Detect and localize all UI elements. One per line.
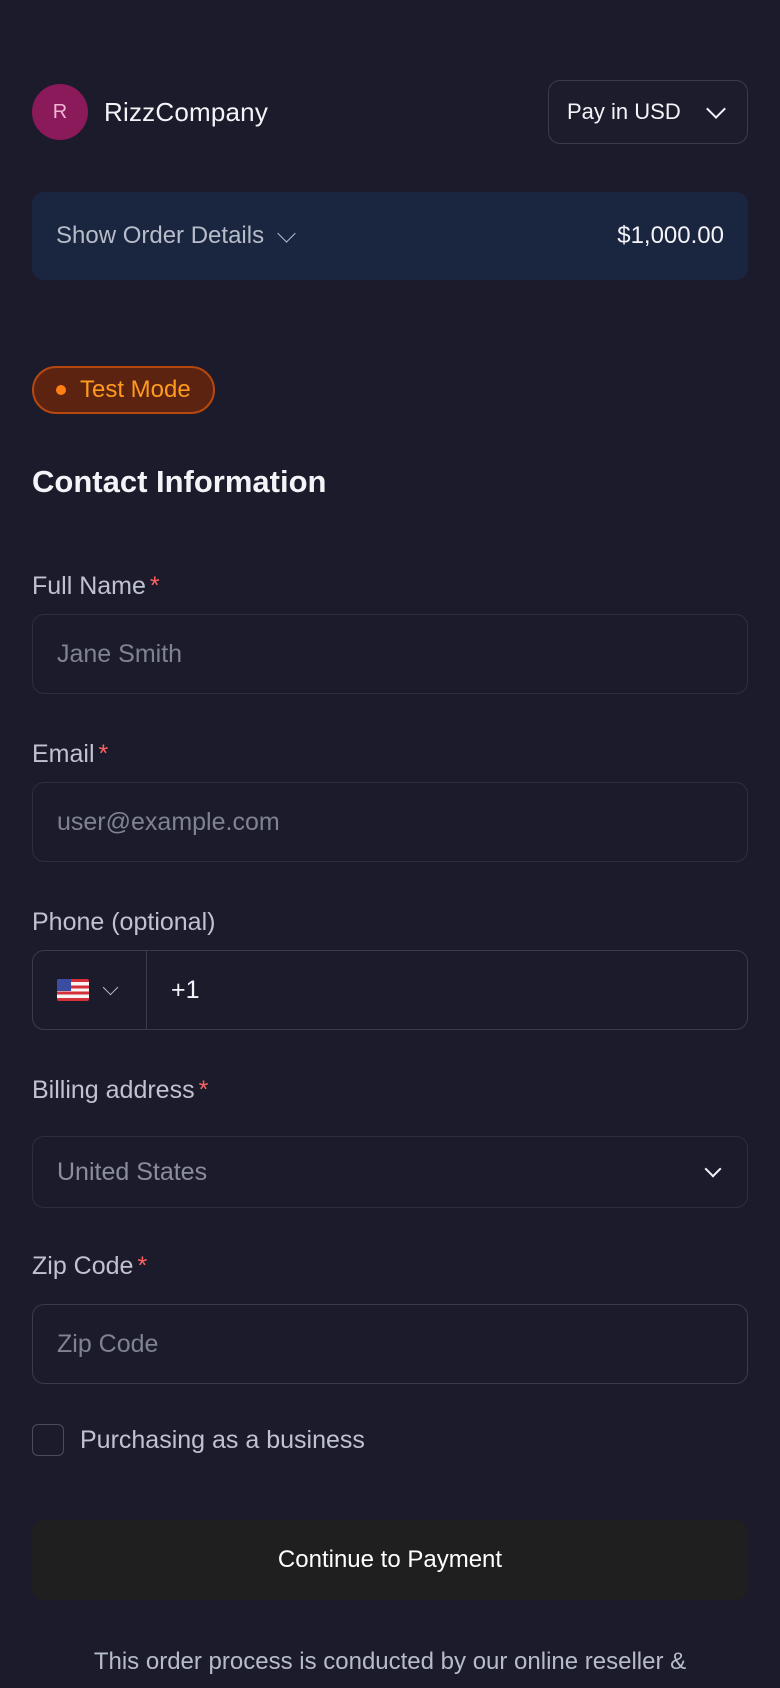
required-mark: * [198, 1076, 209, 1104]
phone-input[interactable]: +1 [147, 976, 747, 1005]
currency-select[interactable]: Pay in USD [548, 80, 748, 144]
email-label: Email * [32, 740, 108, 769]
phone-field: +1 [32, 950, 748, 1030]
email-input[interactable] [57, 807, 723, 837]
footer-note: This order process is conducted by our o… [93, 1648, 687, 1675]
chevron-down-icon [102, 979, 119, 995]
billing-country-select[interactable]: United States [32, 1136, 748, 1208]
test-mode-label: Test Mode [80, 376, 191, 403]
business-checkbox-label: Purchasing as a business [80, 1425, 365, 1454]
chevron-down-icon [277, 223, 296, 243]
chevron-down-icon [704, 1160, 722, 1178]
zip-code-field[interactable] [32, 1304, 748, 1384]
required-mark: * [137, 1252, 148, 1280]
checkout-page: R RizzCompany Pay in USD Show Order Deta… [0, 0, 780, 1688]
order-total: $1,000.00 [617, 222, 724, 249]
country-code-select[interactable] [33, 951, 147, 1029]
phone-label: Phone (optional) [32, 908, 216, 936]
status-dot-icon [56, 385, 66, 395]
avatar: R [32, 84, 88, 140]
brand-name: RizzCompany [104, 96, 269, 127]
full-name-field[interactable] [32, 614, 748, 694]
full-name-label-text: Full Name [32, 572, 146, 600]
required-mark: * [98, 740, 109, 768]
required-mark: * [149, 572, 160, 600]
order-toggle-label: Show Order Details [56, 222, 265, 249]
email-field[interactable] [32, 782, 748, 862]
show-order-details-toggle[interactable]: Show Order Details [56, 222, 296, 250]
full-name-input[interactable] [57, 639, 723, 669]
business-checkbox-row[interactable]: Purchasing as a business [32, 1424, 365, 1456]
business-checkbox[interactable] [32, 1424, 64, 1456]
zip-code-input[interactable] [57, 1329, 723, 1359]
zip-code-label: Zip Code * [32, 1252, 147, 1281]
order-summary-bar[interactable]: Show Order Details $1,000.00 [32, 192, 748, 280]
section-title: Contact Information [32, 464, 327, 499]
currency-label: Pay in USD [567, 99, 681, 124]
chevron-down-icon [706, 99, 726, 119]
email-label-text: Email [32, 740, 95, 768]
full-name-label: Full Name * [32, 572, 160, 601]
us-flag-icon [57, 979, 89, 1001]
test-mode-badge: Test Mode [32, 366, 215, 414]
zip-label-text: Zip Code [32, 1252, 134, 1280]
continue-to-payment-button[interactable]: Continue to Payment [32, 1520, 748, 1600]
header: R RizzCompany Pay in USD [32, 80, 748, 144]
billing-country-value: United States [57, 1157, 208, 1186]
brand: R RizzCompany [32, 84, 268, 140]
billing-label-text: Billing address [32, 1076, 195, 1104]
billing-address-label: Billing address * [32, 1076, 208, 1105]
